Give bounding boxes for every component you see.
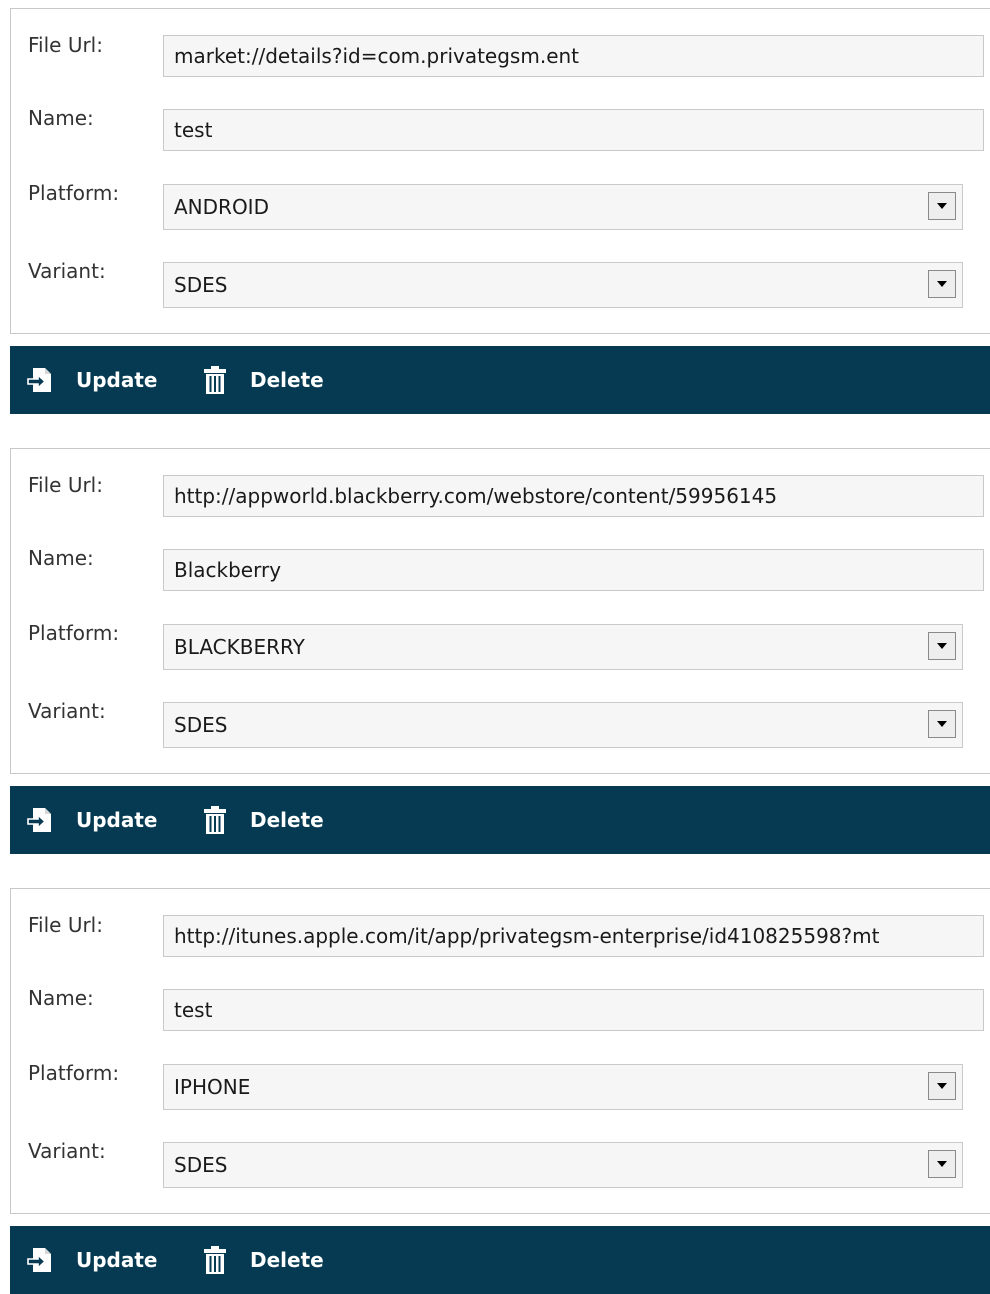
update-label: Update bbox=[76, 368, 158, 392]
chevron-down-icon[interactable] bbox=[928, 1150, 956, 1178]
platform-value: BLACKBERRY bbox=[174, 635, 305, 659]
variant-select[interactable]: SDES bbox=[163, 702, 963, 748]
chevron-down-icon[interactable] bbox=[928, 192, 956, 220]
name-label: Name: bbox=[28, 546, 94, 570]
delete-button[interactable]: Delete bbox=[200, 1226, 324, 1294]
trash-icon bbox=[200, 365, 230, 395]
platform-select[interactable]: BLACKBERRY bbox=[163, 624, 963, 670]
chevron-down-icon[interactable] bbox=[928, 710, 956, 738]
file-url-label: File Url: bbox=[28, 913, 103, 937]
update-icon bbox=[26, 365, 56, 395]
delete-button[interactable]: Delete bbox=[200, 346, 324, 414]
entry-card-2: File Url: http://appworld.blackberry.com… bbox=[10, 448, 990, 774]
delete-label: Delete bbox=[250, 808, 324, 832]
variant-label: Variant: bbox=[28, 259, 106, 283]
file-url-input[interactable]: market://details?id=com.privategsm.ent bbox=[163, 35, 984, 77]
name-label: Name: bbox=[28, 986, 94, 1010]
chevron-down-icon[interactable] bbox=[928, 632, 956, 660]
variant-value: SDES bbox=[174, 273, 228, 297]
platform-value: IPHONE bbox=[174, 1075, 251, 1099]
platform-label: Platform: bbox=[28, 181, 120, 205]
action-bar-3: Update Delete bbox=[10, 1226, 990, 1294]
file-url-label: File Url: bbox=[28, 473, 103, 497]
platform-value: ANDROID bbox=[174, 195, 269, 219]
name-input[interactable]: test bbox=[163, 989, 984, 1031]
update-icon bbox=[26, 1245, 56, 1275]
entry-card-1: File Url: market://details?id=com.privat… bbox=[10, 8, 990, 334]
update-button[interactable]: Update bbox=[26, 1226, 158, 1294]
entry-card-3: File Url: http://itunes.apple.com/it/app… bbox=[10, 888, 990, 1214]
variant-value: SDES bbox=[174, 1153, 228, 1177]
delete-label: Delete bbox=[250, 368, 324, 392]
platform-select[interactable]: IPHONE bbox=[163, 1064, 963, 1110]
file-url-input[interactable]: http://itunes.apple.com/it/app/privategs… bbox=[163, 915, 984, 957]
variant-label: Variant: bbox=[28, 699, 106, 723]
chevron-down-icon[interactable] bbox=[928, 1072, 956, 1100]
trash-icon bbox=[200, 1245, 230, 1275]
name-input[interactable]: test bbox=[163, 109, 984, 151]
update-button[interactable]: Update bbox=[26, 346, 158, 414]
action-bar-2: Update Delete bbox=[10, 786, 990, 854]
update-button[interactable]: Update bbox=[26, 786, 158, 854]
variant-value: SDES bbox=[174, 713, 228, 737]
delete-button[interactable]: Delete bbox=[200, 786, 324, 854]
update-label: Update bbox=[76, 808, 158, 832]
name-input[interactable]: Blackberry bbox=[163, 549, 984, 591]
file-url-label: File Url: bbox=[28, 33, 103, 57]
delete-label: Delete bbox=[250, 1248, 324, 1272]
trash-icon bbox=[200, 805, 230, 835]
name-label: Name: bbox=[28, 106, 94, 130]
action-bar-1: Update Delete bbox=[10, 346, 990, 414]
platform-select[interactable]: ANDROID bbox=[163, 184, 963, 230]
update-icon bbox=[26, 805, 56, 835]
platform-label: Platform: bbox=[28, 1061, 120, 1085]
platform-label: Platform: bbox=[28, 621, 120, 645]
variant-select[interactable]: SDES bbox=[163, 1142, 963, 1188]
file-url-input[interactable]: http://appworld.blackberry.com/webstore/… bbox=[163, 475, 984, 517]
variant-label: Variant: bbox=[28, 1139, 106, 1163]
chevron-down-icon[interactable] bbox=[928, 270, 956, 298]
variant-select[interactable]: SDES bbox=[163, 262, 963, 308]
update-label: Update bbox=[76, 1248, 158, 1272]
